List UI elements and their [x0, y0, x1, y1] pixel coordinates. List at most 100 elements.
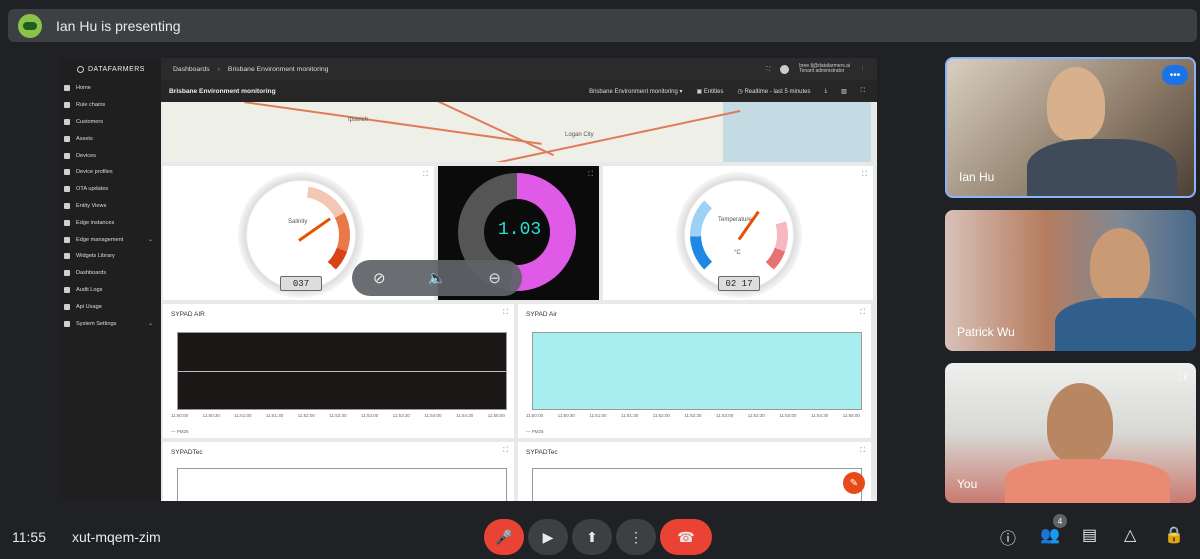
sidebar-item-assets[interactable]: Assets: [59, 130, 161, 147]
chat-icon[interactable]: ▤: [1082, 525, 1097, 545]
chevron-down-icon[interactable]: ⌄: [148, 320, 153, 327]
present-button[interactable]: ⬆: [572, 519, 612, 555]
chart-title: SYPAD Air: [526, 311, 557, 318]
people-icon[interactable]: 👥: [1040, 525, 1060, 545]
sidebar-item-label: System Settings: [76, 320, 117, 327]
sidebar-item-api-usage[interactable]: Api Usage: [59, 298, 161, 315]
participant-name: Patrick Wu: [957, 325, 1015, 339]
x-tick-label: 11:52:30: [684, 413, 702, 418]
leave-call-button[interactable]: ☎: [660, 519, 712, 555]
map-label-ipswich: Ipswich: [348, 117, 369, 123]
sidebar-item-devices[interactable]: Devices: [59, 147, 161, 164]
nav-icon: [64, 303, 70, 310]
user-avatar[interactable]: [780, 64, 790, 74]
x-tick-label: 11:50:30: [557, 413, 575, 418]
temperature-value: 02 17: [718, 276, 760, 291]
expand-icon[interactable]: ⛶: [503, 447, 508, 455]
air-chart-plot: [177, 332, 507, 410]
x-tick-label: 11:52:30: [329, 413, 347, 418]
chart-legend: — PM25: [526, 429, 544, 434]
remove-icon[interactable]: ⊖: [488, 269, 501, 287]
expand-icon[interactable]: ⛶: [862, 171, 867, 179]
info-icon[interactable]: ⓘ: [1000, 525, 1016, 549]
activities-icon[interactable]: △: [1124, 525, 1136, 545]
map-widget[interactable]: Ipswich Logan City: [163, 102, 871, 162]
x-tick-label: 11:50:30: [202, 413, 220, 418]
participant-name: You: [957, 477, 978, 491]
tec-chart-plot-2: [532, 468, 862, 501]
x-tick-label: 11:53:30: [392, 413, 410, 418]
sidebar-item-label: Audit Logs: [76, 286, 103, 293]
sidebar-item-customers[interactable]: Customers: [59, 114, 161, 131]
present-icon: ⬆: [586, 528, 598, 545]
expand-icon[interactable]: ⛶: [503, 309, 508, 317]
edit-fab-button[interactable]: ✎: [843, 472, 865, 494]
expand-icon[interactable]: ⛶: [860, 447, 865, 455]
nav-icon: [64, 219, 70, 226]
participant-tile-patrick[interactable]: Patrick Wu: [945, 210, 1196, 351]
sidebar-item-home[interactable]: Home: [59, 80, 161, 97]
x-tick-label: 11:51:30: [621, 413, 639, 418]
expand-icon[interactable]: ⛶: [860, 309, 865, 317]
more-options-icon[interactable]: •••: [1162, 65, 1188, 85]
sidebar-item-label: Devices: [76, 152, 96, 159]
camera-icon: ▶: [542, 528, 554, 545]
sidebar-item-entity-views[interactable]: Entity Views: [59, 198, 161, 215]
nav-icon: [64, 236, 70, 243]
breadcrumb-current: Brisbane Environment monitoring: [227, 65, 329, 73]
chart-title: SYPAD AIR: [171, 311, 205, 318]
map-label-logan: Logan City: [565, 132, 594, 138]
pin-icon[interactable]: ⊘: [373, 269, 386, 287]
participant-tile-you[interactable]: 🎙̸ You: [945, 363, 1196, 503]
sidebar-item-dashboards[interactable]: Dashboards: [59, 265, 161, 282]
host-controls-icon[interactable]: 🔒: [1164, 525, 1184, 545]
nav-icon: [64, 152, 70, 159]
nav-icon: [64, 202, 70, 209]
more-vert-icon[interactable]: ⋮: [860, 66, 865, 72]
more-options-button[interactable]: ⋮: [616, 519, 656, 555]
sidebar-item-audit-logs[interactable]: Audit Logs: [59, 282, 161, 299]
user-role: Tenant administrator: [799, 68, 845, 74]
sidebar-item-label: Device profiles: [76, 169, 113, 176]
fullscreen-icon[interactable]: ⛶: [767, 66, 771, 72]
x-tick-label: 11:54:30: [456, 413, 474, 418]
chart-legend: — PM25: [171, 429, 189, 434]
nav-icon: [64, 102, 70, 109]
realtime-button[interactable]: ◷ Realtime - last 5 minutes: [738, 88, 811, 95]
sidebar-item-label: Customers: [76, 118, 104, 125]
sidebar-item-system-settings[interactable]: System Settings ⌄: [59, 315, 161, 332]
volume-icon[interactable]: 🔈: [428, 269, 447, 287]
sidebar-item-edge-management[interactable]: Edge management ⌄: [59, 231, 161, 248]
nav-icon: [64, 135, 70, 142]
salinity-value: 037: [280, 276, 322, 291]
temperature-unit: °C: [734, 250, 741, 256]
air-chart-plot-2: [532, 332, 862, 410]
breadcrumb-dashboards[interactable]: Dashboards: [173, 66, 210, 73]
sidebar-item-ota-updates[interactable]: OTA updates: [59, 181, 161, 198]
sidebar-item-label: Home: [76, 85, 91, 92]
x-tick-label: 11:55:00: [487, 413, 505, 418]
expand-icon[interactable]: ⛶: [423, 171, 428, 179]
expand-icon[interactable]: ⛶: [588, 171, 593, 179]
chevron-down-icon[interactable]: ⌄: [148, 236, 153, 243]
x-tick-label: 11:51:00: [589, 413, 607, 418]
sidebar-item-rule-chains[interactable]: Rule chains: [59, 97, 161, 114]
sypad-tec-chart-card-2: SYPADTec ⛶: [518, 442, 871, 501]
dashboard-select[interactable]: Brisbane Environment monitoring ▾: [589, 88, 682, 95]
image-icon[interactable]: ▨: [841, 88, 847, 95]
sidebar-item-label: OTA updates: [76, 186, 109, 193]
mic-toggle-button[interactable]: 🎤: [484, 519, 524, 555]
entities-button[interactable]: ▣ Entities: [697, 88, 724, 95]
download-icon[interactable]: ⤓: [824, 88, 827, 95]
participant-tile-ian[interactable]: ••• Ian Hu: [945, 57, 1196, 198]
x-tick-label: 11:54:00: [779, 413, 797, 418]
x-tick-label: 11:54:30: [811, 413, 829, 418]
sidebar-item-device-profiles[interactable]: Device profiles: [59, 164, 161, 181]
camera-toggle-button[interactable]: ▶: [528, 519, 568, 555]
meeting-time: 11:55: [12, 529, 46, 545]
sidebar-item-edge-instances[interactable]: Edge instances: [59, 214, 161, 231]
expand-icon[interactable]: ⛶: [861, 88, 865, 95]
end-call-icon: ☎: [677, 528, 695, 545]
sidebar-item-widgets-library[interactable]: Widgets Library: [59, 248, 161, 265]
nav-icon: [64, 118, 70, 125]
